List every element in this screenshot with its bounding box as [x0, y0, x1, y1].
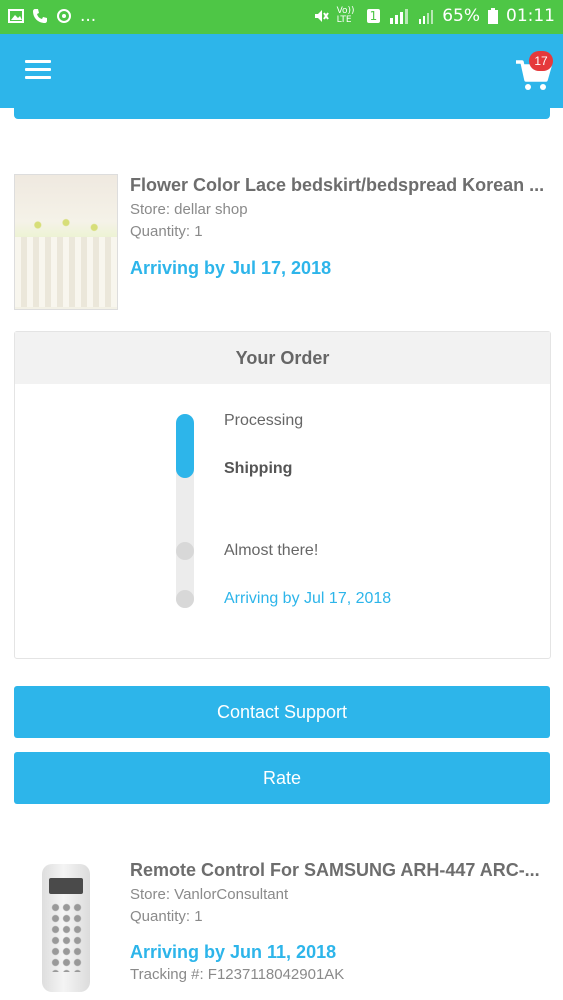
step-arriving: Arriving by Jul 17, 2018: [224, 590, 392, 607]
store-name: Store: dellar shop: [130, 201, 248, 218]
product-title-2[interactable]: Remote Control For SAMSUNG ARH-447 ARC-.…: [130, 860, 550, 881]
step-almost-there: Almost there!: [224, 542, 319, 559]
app-bar: [0, 34, 563, 108]
battery-percent: 65%: [442, 6, 480, 26]
volte-label: Vo)) LTE: [336, 6, 355, 25]
phone-icon: [33, 9, 47, 23]
step-dot-arriving: [176, 590, 194, 608]
your-order-heading: Your Order: [15, 332, 550, 384]
status-bar: ... Vo)) LTE 1 65% 01:11: [0, 0, 563, 34]
store-name-2: Store: VanlorConsultant: [130, 886, 289, 903]
arrival-date-2: Arriving by Jun 11, 2018: [130, 942, 337, 962]
product-thumbnail-bedskirt[interactable]: [14, 174, 118, 310]
hamburger-icon[interactable]: [25, 60, 51, 80]
battery-icon: [488, 8, 498, 24]
sim-badge: 1: [366, 9, 381, 23]
your-order-card: Your Order Processing Shipping Almost th…: [14, 331, 551, 659]
sync-icon: [57, 9, 71, 23]
mute-icon: [314, 10, 329, 22]
cart-count-badge[interactable]: 17: [529, 51, 553, 71]
product-title[interactable]: Flower Color Lace bedskirt/bedspread Kor…: [130, 175, 550, 196]
signal-icon-2: [419, 10, 434, 24]
product-thumbnail-remote[interactable]: [42, 864, 90, 992]
step-shipping: Shipping: [224, 460, 293, 477]
notifications-more: ...: [80, 6, 97, 26]
previous-button-edge[interactable]: [14, 108, 550, 119]
arrival-date: Arriving by Jul 17, 2018: [130, 258, 332, 278]
quantity: Quantity: 1: [130, 223, 203, 240]
step-processing: Processing: [224, 412, 304, 429]
progress-fill: [176, 414, 194, 478]
step-dot-almost-there: [176, 542, 194, 560]
image-icon: [8, 9, 24, 23]
contact-support-button[interactable]: Contact Support: [14, 686, 550, 738]
quantity-2: Quantity: 1: [130, 908, 203, 925]
clock: 01:11: [506, 6, 555, 26]
rate-button[interactable]: Rate: [14, 752, 550, 804]
signal-icon: [390, 9, 409, 24]
tracking-number: Tracking #: F1237118042901AK: [130, 966, 345, 983]
